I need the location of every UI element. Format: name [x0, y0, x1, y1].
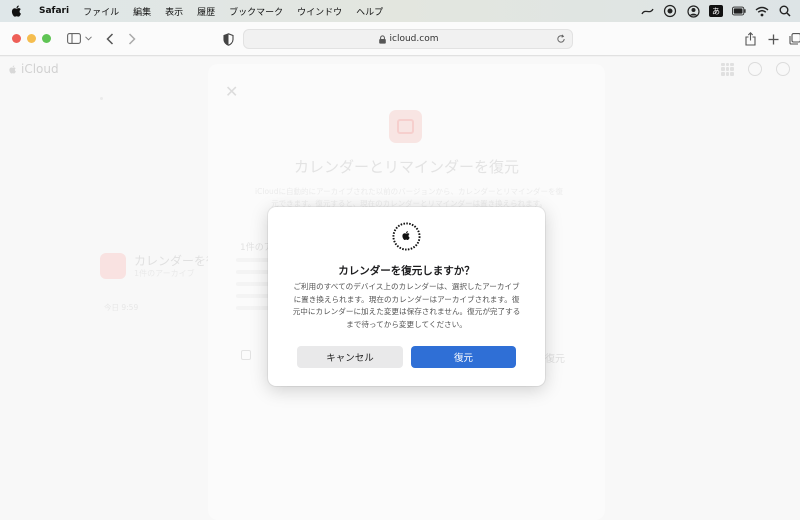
close-window-button[interactable]: [12, 34, 21, 43]
reload-icon[interactable]: [556, 34, 566, 44]
new-tab-icon[interactable]: [764, 30, 782, 48]
apple-menu-icon[interactable]: [10, 4, 24, 18]
spotlight-search-icon[interactable]: [778, 4, 792, 18]
menu-edit[interactable]: 編集: [126, 5, 158, 18]
apple-spinner-icon: [392, 222, 421, 251]
menu-window[interactable]: ウインドウ: [290, 5, 349, 18]
user-account-icon[interactable]: [686, 4, 700, 18]
restore-button[interactable]: 復元: [411, 346, 516, 368]
back-icon[interactable]: [101, 30, 119, 48]
menu-view[interactable]: 表示: [158, 5, 190, 18]
browser-toolbar: icloud.com: [0, 22, 800, 56]
tab-overview-icon[interactable]: [786, 30, 800, 48]
scribble-icon[interactable]: [640, 4, 654, 18]
status-icons: あ: [640, 0, 792, 22]
lock-icon: [378, 34, 386, 44]
zoom-window-button[interactable]: [42, 34, 51, 43]
privacy-shield-icon[interactable]: [219, 30, 237, 48]
battery-icon[interactable]: [732, 4, 746, 18]
url-text: icloud.com: [389, 34, 439, 44]
sidebar-toggle-icon[interactable]: [65, 30, 83, 48]
wifi-icon[interactable]: [755, 4, 769, 18]
share-icon[interactable]: [741, 30, 759, 48]
window-controls: [12, 34, 51, 43]
cancel-button[interactable]: キャンセル: [297, 346, 403, 368]
minimize-window-button[interactable]: [27, 34, 36, 43]
chevron-down-icon[interactable]: [83, 30, 93, 48]
menu-bookmarks[interactable]: ブックマーク: [222, 5, 290, 18]
input-method-icon[interactable]: あ: [709, 5, 723, 17]
forward-icon[interactable]: [123, 30, 141, 48]
address-bar[interactable]: icloud.com: [243, 29, 573, 49]
dialog-message: ご利用のすべてのデバイス上のカレンダーは、選択したアーカイブに置き換えられます。…: [292, 282, 521, 329]
dialog-title: カレンダーを復元しますか？: [338, 265, 475, 277]
restore-confirmation-dialog: カレンダーを復元しますか？ ご利用のすべてのデバイス上のカレンダーは、選択したア…: [268, 207, 545, 386]
menu-file[interactable]: ファイル: [76, 5, 126, 18]
menu-history[interactable]: 履歴: [190, 5, 222, 18]
menu-bar: Safari ファイル 編集 表示 履歴 ブックマーク ウインドウ ヘルプ あ: [0, 0, 800, 22]
menu-help[interactable]: ヘルプ: [349, 5, 390, 18]
menu-safari[interactable]: Safari: [32, 6, 76, 16]
screen-record-icon[interactable]: [663, 4, 677, 18]
